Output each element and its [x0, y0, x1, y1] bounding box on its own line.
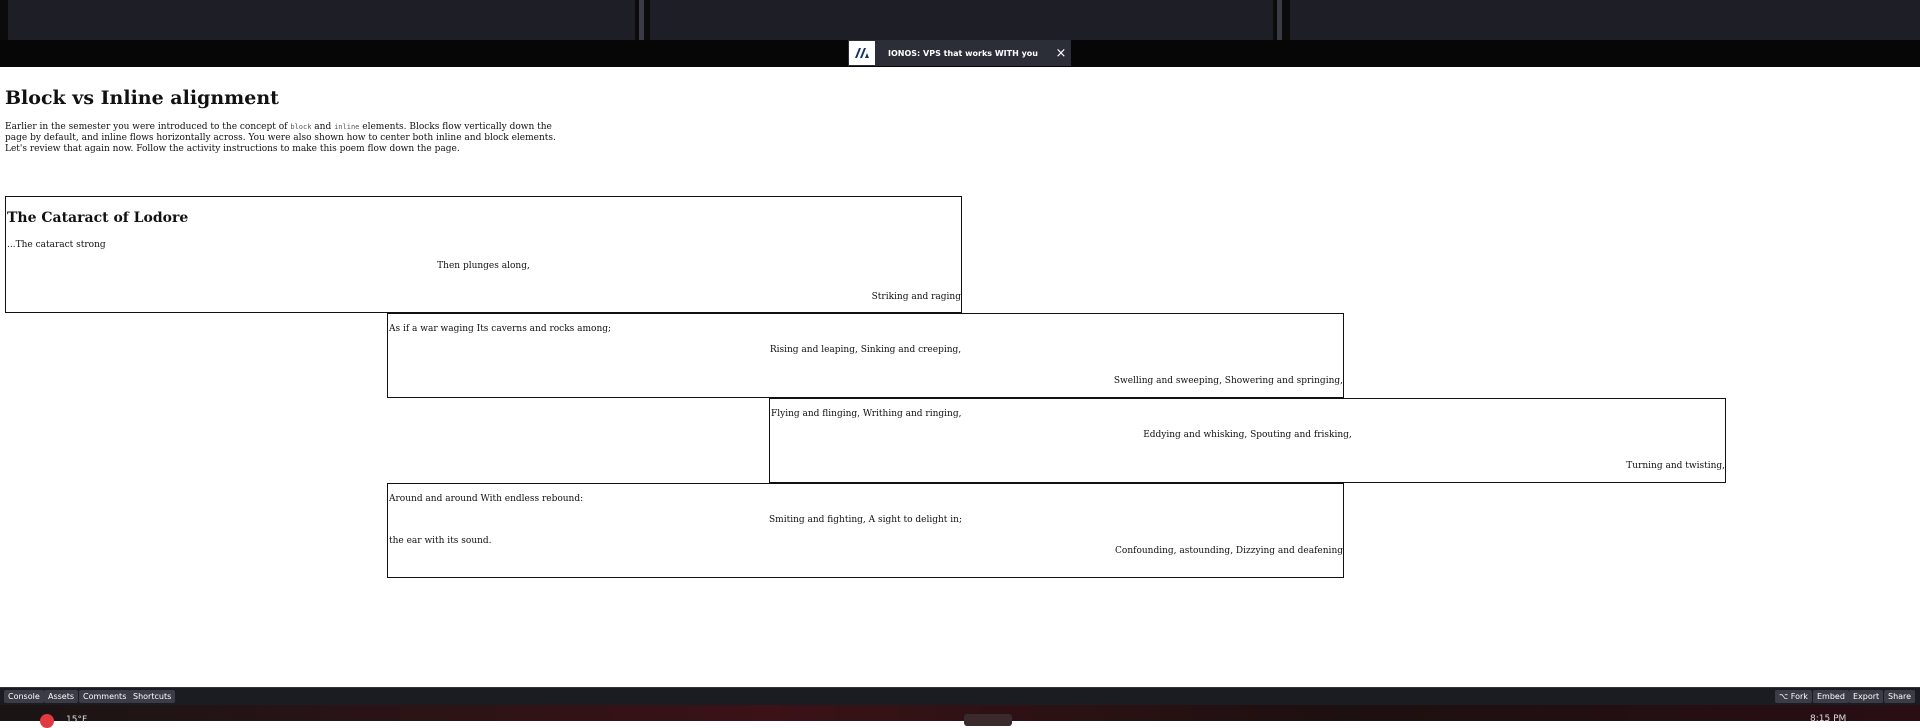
poem-line: Smiting and fighting, A sight to delight… — [769, 515, 962, 525]
poem-line: Eddying and whisking, Spouting and frisk… — [1143, 430, 1352, 440]
poem-line: Turning and twisting, — [1626, 461, 1725, 471]
share-button[interactable]: Share — [1884, 690, 1916, 703]
close-icon[interactable]: × — [1051, 46, 1071, 61]
poem-box: Flying and flinging, Writhing and ringin… — [769, 398, 1726, 483]
code-inline: inline — [334, 123, 360, 131]
assets-button[interactable]: Assets — [44, 690, 79, 703]
weather-temp[interactable]: 15°F — [66, 715, 87, 725]
css-editor-pane[interactable] — [650, 0, 1273, 41]
preview-frame: Block vs Inline alignment Earlier in the… — [0, 67, 1920, 687]
poem-title: The Cataract of Lodore — [7, 210, 189, 226]
console-button[interactable]: Console — [4, 690, 44, 703]
clock[interactable]: 8:15 PM — [1810, 714, 1846, 724]
ad-bar: IONOS: VPS that works WITH you × — [0, 40, 1920, 67]
poem-line: Striking and raging — [871, 292, 961, 302]
poem-line: ...The cataract strong — [7, 240, 106, 250]
poem-line: Rising and leaping, Sinking and creeping… — [769, 345, 962, 355]
pane-resizer[interactable] — [639, 0, 644, 40]
ad-banner[interactable]: IONOS: VPS that works WITH you × — [848, 40, 1071, 66]
code-block: block — [290, 123, 312, 131]
os-taskbar: 15°F 8:15 PM — [0, 705, 1920, 728]
poem-box: The Cataract of Lodore ...The cataract s… — [5, 196, 962, 313]
poem-line: Around and around With endless rebound: — [389, 494, 584, 504]
poem-line: Then plunges along, — [437, 261, 530, 271]
poem-box: As if a war waging Its caverns and rocks… — [387, 313, 1344, 398]
poem-line: Swelling and sweeping, Showering and spr… — [1113, 376, 1343, 386]
intro-text: and — [311, 122, 335, 132]
taskbar-app-icon[interactable] — [964, 714, 1012, 726]
poem-box: Around and around With endless rebound: … — [387, 483, 1344, 578]
js-editor-pane[interactable] — [1290, 0, 1920, 41]
weather-icon[interactable] — [40, 714, 54, 728]
poem-line: As if a war waging Its caverns and rocks… — [389, 324, 612, 334]
embed-button[interactable]: Embed — [1813, 690, 1849, 703]
comments-button[interactable]: Comments — [79, 690, 131, 703]
editor-panes — [0, 0, 1920, 41]
intro-paragraph: Earlier in the semester you were introdu… — [5, 122, 565, 155]
bottom-toolbar: Console Assets Comments Shortcuts ⌥ Fork… — [0, 687, 1920, 706]
export-button[interactable]: Export — [1849, 690, 1884, 703]
fork-button[interactable]: ⌥ Fork — [1775, 690, 1812, 703]
pane-resizer[interactable] — [1277, 0, 1282, 40]
html-editor-pane[interactable] — [8, 0, 635, 41]
poem-line: the ear with its sound. — [389, 536, 492, 546]
intro-text: Earlier in the semester you were introdu… — [5, 122, 291, 132]
ionos-logo-icon — [849, 41, 875, 65]
shortcuts-button[interactable]: Shortcuts — [129, 690, 176, 703]
poem-line: Confounding, astounding, Dizzying and de… — [1115, 546, 1343, 556]
ad-text[interactable]: IONOS: VPS that works WITH you — [875, 49, 1051, 58]
poem-line: Flying and flinging, Writhing and ringin… — [771, 409, 962, 419]
page-title: Block vs Inline alignment — [5, 87, 279, 109]
